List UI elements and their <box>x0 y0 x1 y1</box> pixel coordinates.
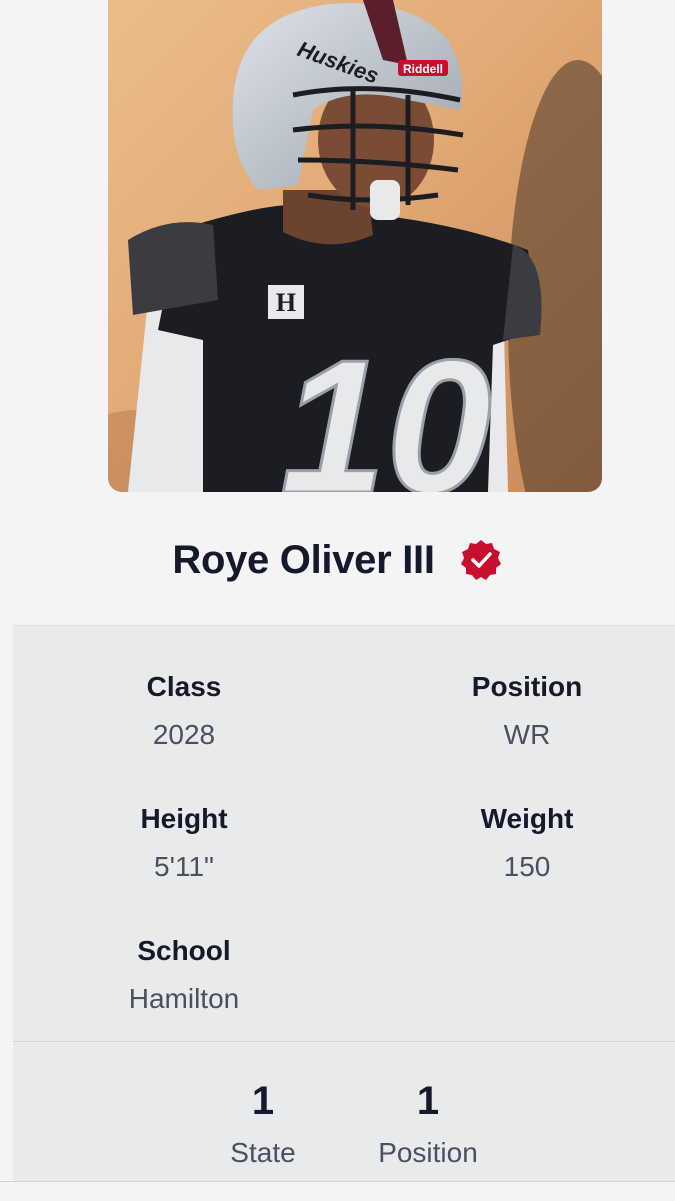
weight-field: Weight 150 <box>377 802 675 884</box>
school-label: School <box>137 935 231 966</box>
class-value: 2028 <box>152 719 216 750</box>
bottom-divider <box>0 1181 675 1201</box>
svg-text:H: H <box>276 288 296 317</box>
position-value: WR <box>503 719 551 750</box>
rankings-card: 1 State 1 Position <box>13 1041 675 1182</box>
state-rank-label: State <box>230 1137 296 1168</box>
weight-value: 150 <box>503 851 551 882</box>
position-ranking[interactable]: 1 Position <box>338 1078 518 1170</box>
player-name: Roye Oliver III <box>172 537 435 582</box>
position-label: Position <box>471 671 583 702</box>
height-value: 5'11" <box>154 851 214 882</box>
school-value[interactable]: Hamilton <box>34 982 334 1016</box>
position-rank-number: 1 <box>416 1079 440 1123</box>
svg-text:10: 10 <box>280 321 491 492</box>
player-info-card: Class 2028 Position WR Height 5'11" Weig… <box>13 625 675 1041</box>
class-label: Class <box>146 671 222 702</box>
state-rank-number: 1 <box>251 1079 275 1123</box>
class-field: Class 2028 <box>34 670 334 752</box>
state-ranking[interactable]: 1 State <box>173 1078 353 1170</box>
player-photo: H 10 Huskies Riddell <box>108 0 602 492</box>
weight-label: Weight <box>480 803 574 834</box>
player-header: Roye Oliver III <box>0 528 675 592</box>
position-field: Position WR <box>377 670 675 752</box>
height-field: Height 5'11" <box>34 802 334 884</box>
position-rank-label: Position <box>378 1137 478 1168</box>
svg-text:Riddell: Riddell <box>403 62 443 76</box>
verified-badge-icon <box>460 540 501 580</box>
school-field[interactable]: School Hamilton <box>34 934 334 1016</box>
height-label: Height <box>140 803 228 834</box>
